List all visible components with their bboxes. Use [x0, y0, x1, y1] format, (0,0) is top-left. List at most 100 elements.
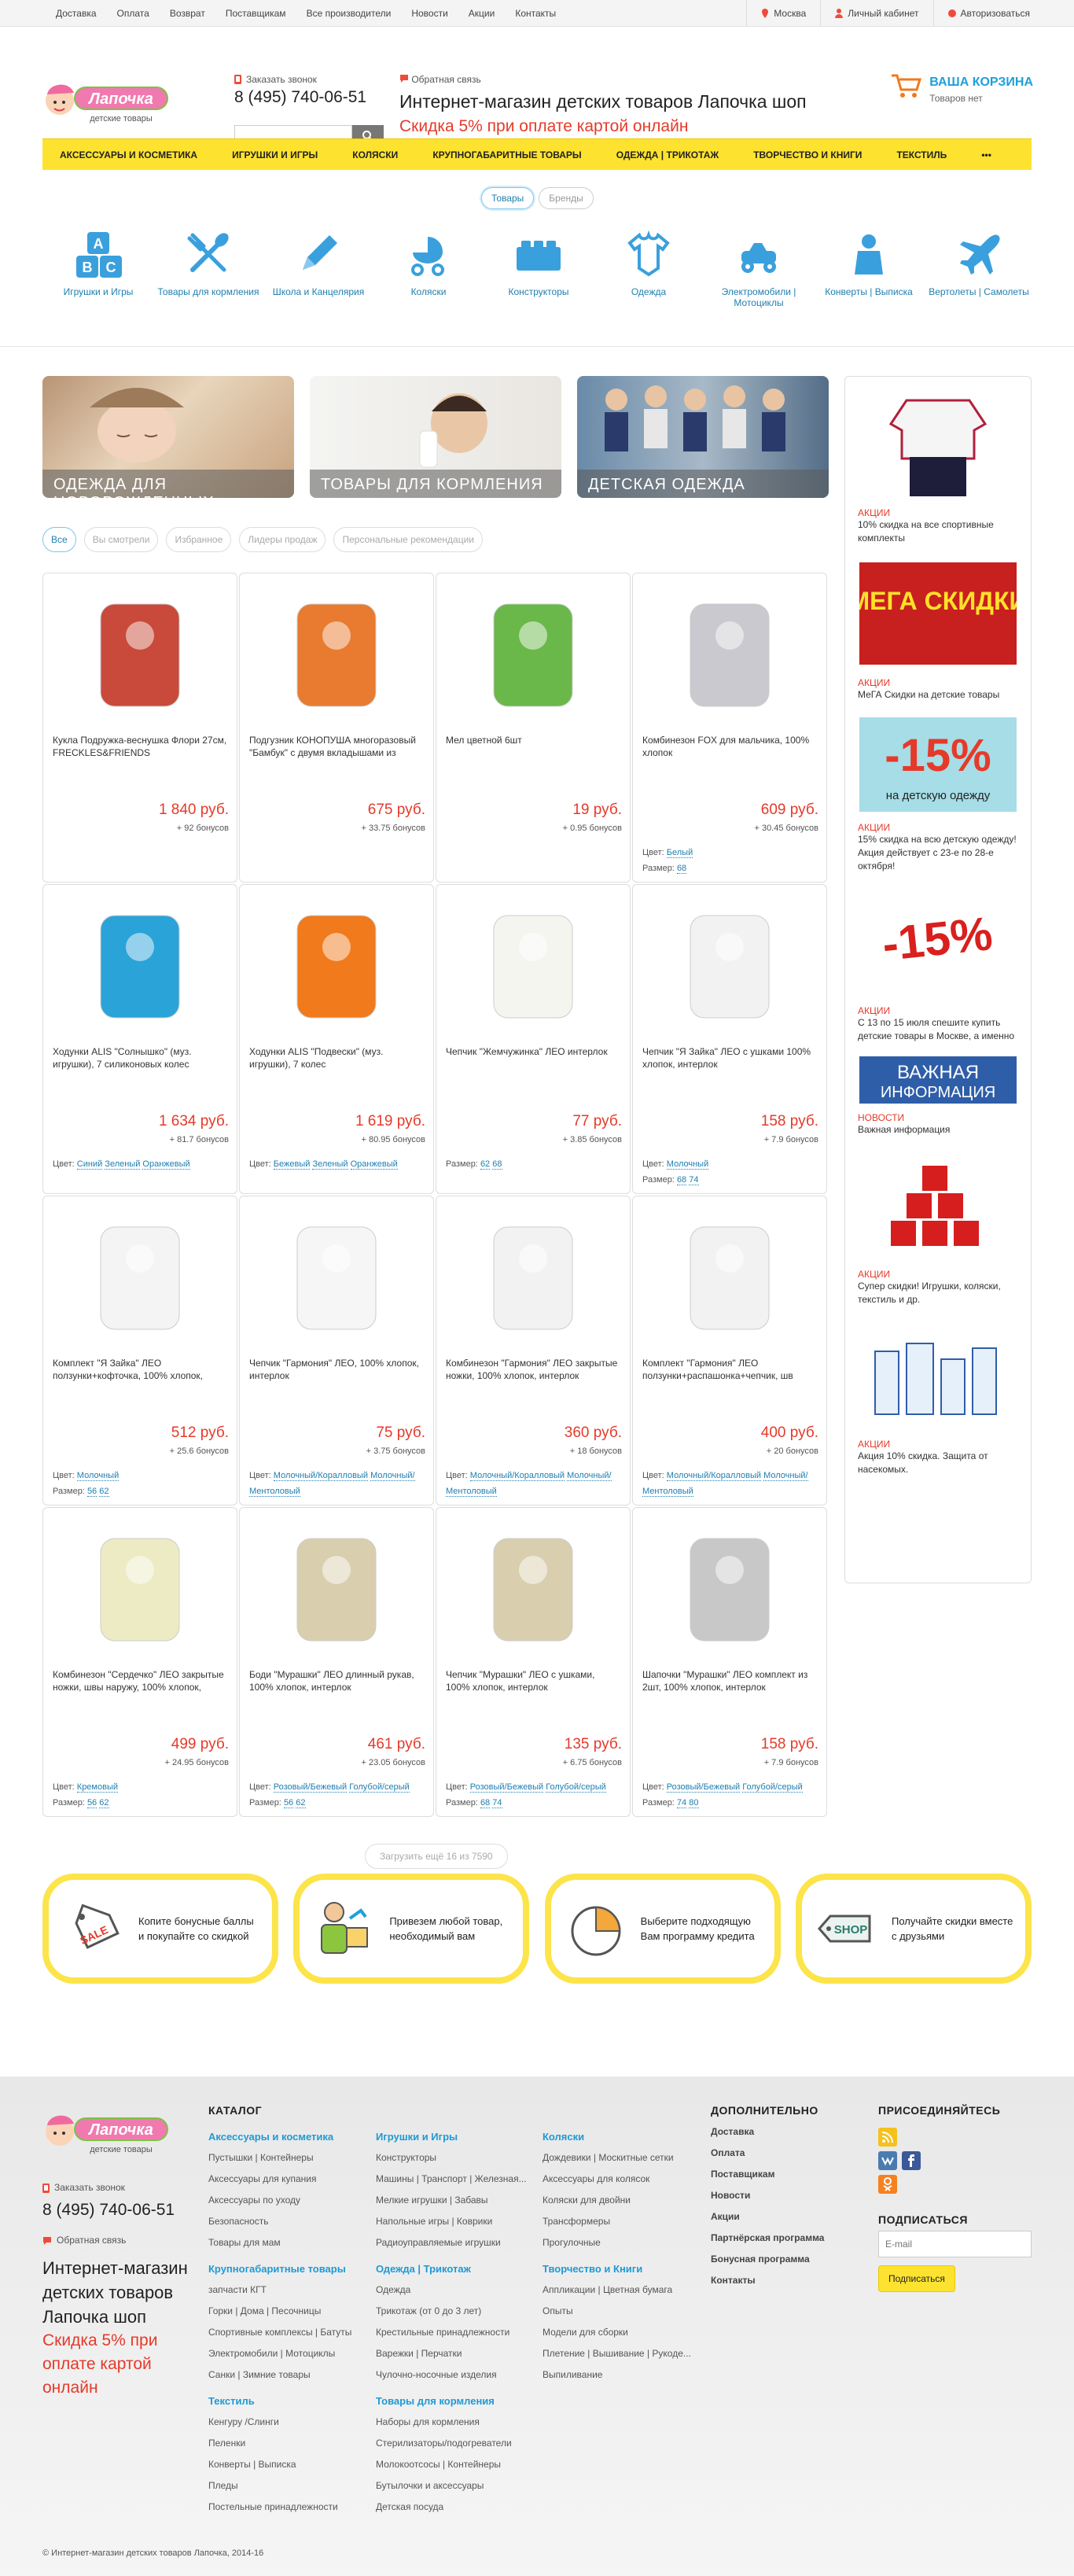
promo-text[interactable]: С 13 по 15 июля спешите купить детские т… [858, 1016, 1018, 1043]
cabinet-link[interactable]: Личный кабинет [820, 0, 932, 26]
product-image[interactable] [249, 584, 424, 726]
footer-section-title[interactable]: Товары для кормления [376, 2390, 533, 2412]
product-name[interactable]: Комплект "Гармония" ЛЕО ползунки+распашо… [642, 1357, 817, 1395]
product-name[interactable]: Комбинезон "Сердечко" ЛЕО закрытые ножки… [53, 1668, 227, 1706]
footer-extra-link[interactable]: Доставка [711, 2121, 852, 2143]
footer-link[interactable]: Напольные игры | Коврики [376, 2211, 533, 2232]
category-planes[interactable]: Вертолеты | Самолеты [928, 228, 1030, 308]
footer-link[interactable]: Постельные принадлежности [208, 2497, 366, 2518]
color-option[interactable]: Голубой/серый [349, 1782, 410, 1793]
product-card[interactable]: Комбинезон FOX для мальчика, 100% хлопок… [632, 573, 827, 883]
product-name[interactable]: Боди "Мурашки" ЛЕО длинный рукав, 100% х… [249, 1668, 424, 1706]
topnav-item[interactable]: Все производители [296, 8, 402, 19]
topnav-item[interactable]: Оплата [107, 8, 160, 19]
promo-image[interactable]: ВАЖНАЯ ИНФОРМАЦИЯ [858, 1052, 1018, 1107]
product-card[interactable]: Чепчик "Мурашки" ЛЕО с ушками, 100% хлоп… [436, 1507, 631, 1817]
size-option[interactable]: 74 [676, 1798, 687, 1808]
odnoklassniki-icon[interactable] [878, 2175, 897, 2194]
footer-link[interactable]: Санки | Зимние товары [208, 2364, 366, 2386]
product-name[interactable]: Кукла Подружка-веснушка Флори 27см, FREC… [53, 734, 227, 772]
footer-link[interactable]: Чулочно-носочные изделия [376, 2364, 533, 2386]
footer-link[interactable]: Одежда [376, 2279, 533, 2301]
product-card[interactable]: Шапочки "Мурашки" ЛЕО комплект из 2шт, 1… [632, 1507, 827, 1817]
footer-link[interactable]: Спортивные комплексы | Батуты [208, 2322, 366, 2343]
product-image[interactable] [642, 584, 817, 726]
product-card[interactable]: Ходунки ALIS "Солнышко" (муз. игрушки), … [42, 884, 237, 1194]
product-card[interactable]: Мел цветной 6шт 19 руб. + 0.95 бонусов [436, 573, 631, 883]
category-toys[interactable]: ABC Игрушки и Игры [47, 228, 149, 308]
product-name[interactable]: Ходунки ALIS "Подвески" (муз. игрушки), … [249, 1045, 424, 1083]
product-image[interactable] [446, 896, 620, 1037]
product-image[interactable] [53, 1207, 227, 1349]
promo-image[interactable]: МЕГА СКИДКИ [858, 555, 1018, 673]
product-name[interactable]: Мел цветной 6шт [446, 734, 620, 772]
product-card[interactable]: Комплект "Гармония" ЛЕО ползунки+распашо… [632, 1196, 827, 1505]
product-name[interactable]: Чепчик "Я Зайка" ЛЕО с ушками 100% хлопо… [642, 1045, 817, 1083]
filter-viewed[interactable]: Вы смотрели [83, 527, 159, 552]
product-image[interactable] [249, 1519, 424, 1660]
footer-link[interactable]: Бутылочки и аксессуары [376, 2475, 533, 2497]
product-card[interactable]: Комплект "Я Зайка" ЛЕО ползунки+кофточка… [42, 1196, 237, 1505]
color-option[interactable]: Молочный/Коралловый [666, 1471, 762, 1481]
load-more-button[interactable]: Загрузить ещё 16 из 7590 [365, 1844, 508, 1869]
footer-link[interactable]: Конструкторы [376, 2147, 533, 2169]
footer-link[interactable]: Пледы [208, 2475, 366, 2497]
mainnav-item[interactable]: Игрушки и игры [215, 149, 335, 160]
size-option[interactable]: 68 [492, 1159, 502, 1170]
footer-extra-link[interactable]: Бонусная программа [711, 2249, 852, 2270]
product-card[interactable]: Чепчик "Гармония" ЛЕО, 100% хлопок, инте… [239, 1196, 434, 1505]
product-image[interactable] [249, 1207, 424, 1349]
product-name[interactable]: Шапочки "Мурашки" ЛЕО комплект из 2шт, 1… [642, 1668, 817, 1706]
promo-image[interactable] [858, 1146, 1018, 1264]
footer-extra-link[interactable]: Поставщикам [711, 2164, 852, 2185]
color-option[interactable]: Молочный [666, 1159, 709, 1170]
product-card[interactable]: Комбинезон "Сердечко" ЛЕО закрытые ножки… [42, 1507, 237, 1817]
size-option[interactable]: 74 [689, 1175, 699, 1185]
size-option[interactable]: 68 [676, 1175, 687, 1185]
footer-link[interactable]: Выпиливание [543, 2364, 700, 2386]
color-option[interactable]: Голубой/серый [546, 1782, 606, 1793]
footer-link[interactable]: Машины | Транспорт | Железная... [376, 2169, 533, 2190]
promo-text[interactable]: 15% скидка на всю детскую одежду! Акция … [858, 833, 1018, 873]
color-option[interactable]: Бежевый [273, 1159, 311, 1170]
topnav-item[interactable]: Возврат [160, 8, 215, 19]
product-card[interactable]: Чепчик "Жемчужинка" ЛЕО интерлок 77 руб. +… [436, 884, 631, 1194]
product-name[interactable]: Комбинезон "Гармония" ЛЕО закрытые ножки… [446, 1357, 620, 1395]
footer-link[interactable]: Детская посуда [376, 2497, 533, 2518]
footer-link[interactable]: Варежки | Перчатки [376, 2343, 533, 2364]
footer-extra-link[interactable]: Оплата [711, 2143, 852, 2164]
filter-favorites[interactable]: Избранное [166, 527, 232, 552]
tab-brands[interactable]: Бренды [539, 187, 594, 209]
logo[interactable]: Лапочка детские товары [42, 74, 172, 129]
product-card[interactable]: Ходунки ALIS "Подвески" (муз. игрушки), … [239, 884, 434, 1194]
size-option[interactable]: 68 [480, 1798, 491, 1808]
color-option[interactable]: Синий [76, 1159, 103, 1170]
product-image[interactable] [53, 1519, 227, 1660]
footer-link[interactable]: Электромобили | Мотоциклы [208, 2343, 366, 2364]
footer-link[interactable]: Крестильные принадлежности [376, 2322, 533, 2343]
subscribe-button[interactable]: Подписаться [878, 2265, 955, 2292]
banner-newborn[interactable]: Одежда для новорожденных [42, 376, 294, 498]
product-image[interactable] [446, 584, 620, 726]
sidebar-promo[interactable]: -15% на детскую одежду Акции 15% скидка на … [858, 711, 1018, 873]
mainnav-item[interactable]: Текстиль [879, 149, 964, 160]
footer-link[interactable]: Дождевики | Москитные сетки [543, 2147, 700, 2169]
color-option[interactable]: Оранжевый [142, 1159, 190, 1170]
product-name[interactable]: Комплект "Я Зайка" ЛЕО ползунки+кофточка… [53, 1357, 227, 1395]
topnav-item[interactable]: Поставщикам [215, 8, 296, 19]
color-option[interactable]: Молочный/Коралловый [273, 1471, 369, 1481]
color-option[interactable]: Белый [666, 848, 693, 858]
feedback-link[interactable]: Обратная связь [399, 74, 807, 85]
footer-section-title[interactable]: Игрушки и Игры [376, 2126, 533, 2147]
footer-link[interactable]: Трансформеры [543, 2211, 700, 2232]
facebook-icon[interactable] [902, 2151, 921, 2170]
size-option[interactable]: 56 [283, 1798, 294, 1808]
category-envelopes[interactable]: Конверты | Выписка [818, 228, 920, 308]
footer-link[interactable]: Плетение | Вышивание | Рукоде... [543, 2343, 700, 2364]
footer-feedback-link[interactable]: Обратная связь [42, 2230, 200, 2251]
footer-logo[interactable]: Лапочка детские товары [42, 2105, 172, 2160]
product-image[interactable] [642, 896, 817, 1037]
color-option[interactable]: Молочный [76, 1471, 120, 1481]
footer-link[interactable]: Коляски для двойни [543, 2190, 700, 2211]
color-option[interactable]: Оранжевый [350, 1159, 398, 1170]
